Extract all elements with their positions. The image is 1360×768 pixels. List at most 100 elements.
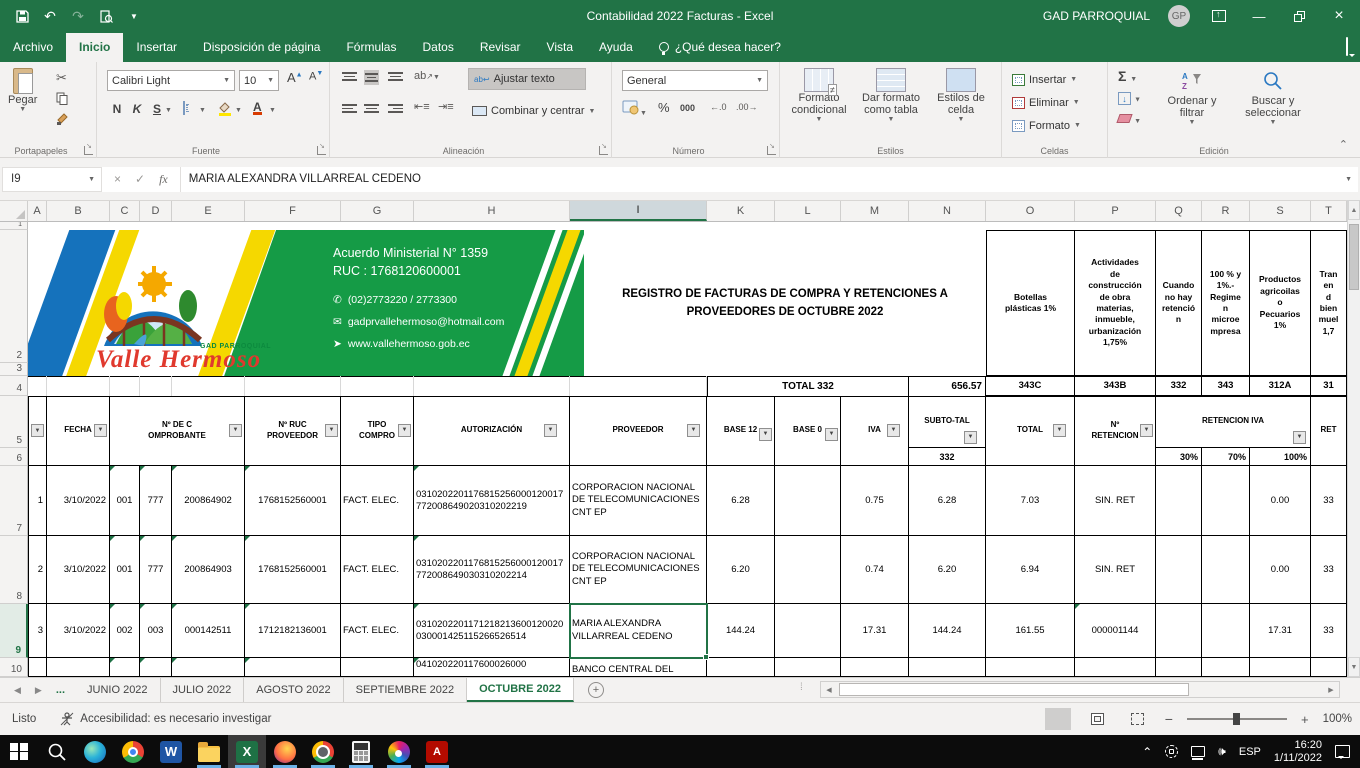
filter-icon[interactable]: ▼ (887, 424, 900, 437)
cell-R8[interactable] (1202, 536, 1250, 604)
row-6[interactable]: 6 (0, 448, 28, 466)
col-P[interactable]: P (1075, 201, 1156, 221)
filter-icon[interactable]: ▼ (398, 424, 411, 437)
italic-button[interactable]: K (129, 102, 145, 116)
col-D[interactable]: D (140, 201, 172, 221)
cell-K4-total-label[interactable]: TOTAL 332 (707, 376, 909, 396)
cell-F4[interactable] (245, 376, 341, 396)
comma-style-button[interactable]: 000 (680, 103, 695, 113)
col-E[interactable]: E (172, 201, 245, 221)
horizontal-scrollbar[interactable]: ◀ ▶ (820, 681, 1340, 698)
col-M[interactable]: M (841, 201, 909, 221)
cell-S10[interactable] (1250, 658, 1311, 677)
cell-P8[interactable]: SIN. RET (1075, 536, 1156, 604)
clear-icon[interactable]: ▼ (1118, 114, 1141, 126)
cell-R7[interactable] (1202, 466, 1250, 536)
tab-ayuda[interactable]: Ayuda (586, 33, 646, 62)
cell-E4[interactable] (172, 376, 245, 396)
vscroll-thumb[interactable] (1349, 224, 1359, 290)
cell-P10[interactable] (1075, 658, 1156, 677)
zoom-in-icon[interactable]: + (1301, 712, 1309, 727)
network-icon[interactable] (1191, 746, 1205, 757)
cell-I7-proveedor[interactable]: CORPORACION NACIONAL DE TELECOMUNICACION… (570, 466, 707, 536)
format-as-table-button[interactable]: Dar formato como tabla▼ (856, 68, 926, 123)
cell-A4[interactable] (28, 376, 47, 396)
borders-icon[interactable] (183, 102, 185, 114)
cell-P4-343B[interactable]: 343B (1075, 376, 1156, 396)
accounting-format-icon[interactable]: ▼ (622, 100, 647, 118)
cancel-entry-icon[interactable]: × (114, 172, 121, 186)
header-n-retencion[interactable]: Nº RETENCION▼ (1075, 396, 1156, 466)
row-1[interactable]: 1 (0, 222, 28, 230)
cell-B9-fecha[interactable]: 3/10/2022 (47, 604, 110, 658)
cell-T10[interactable] (1311, 658, 1347, 677)
cell-R2-regimen[interactable]: 100 % y 1%.- Regime n microe mpresa (1202, 230, 1250, 376)
wrap-text-button[interactable]: ab↩ Ajustar texto (468, 68, 586, 90)
align-right-icon[interactable] (388, 102, 403, 115)
filter-icon[interactable]: ▼ (1293, 431, 1306, 444)
cell-Q8[interactable] (1156, 536, 1202, 604)
cell-G10[interactable] (341, 658, 414, 677)
cell-E10[interactable] (172, 658, 245, 677)
clipboard-dialog-launcher[interactable] (84, 146, 93, 155)
row-9-selected[interactable]: 9 (0, 604, 28, 658)
merge-center-button[interactable]: Combinar y centrar▼ (468, 100, 608, 122)
cell-Q7[interactable] (1156, 466, 1202, 536)
sheet-tab-agosto[interactable]: AGOSTO 2022 (244, 678, 343, 702)
cell-K9[interactable]: 144.24 (707, 604, 775, 658)
filter-icon[interactable]: ▼ (759, 428, 772, 441)
cell-R9[interactable] (1202, 604, 1250, 658)
row-7[interactable]: 7 (0, 466, 28, 536)
cell-T9[interactable]: 33 (1311, 604, 1347, 658)
insert-cells-button[interactable]: Insertar▼ (1012, 70, 1077, 89)
new-sheet-icon[interactable]: + (588, 682, 604, 698)
col-S[interactable]: S (1250, 201, 1311, 221)
font-name-select[interactable]: Calibri Light▼ (107, 70, 235, 91)
cell-H7-autorizacion[interactable]: 0310202201176815256000120017772008649020… (414, 466, 570, 536)
header-proveedor[interactable]: PROVEEDOR▼ (570, 396, 707, 466)
cell-S8[interactable]: 0.00 (1250, 536, 1311, 604)
avatar[interactable]: GP (1168, 5, 1190, 27)
confirm-entry-icon[interactable]: ✓ (135, 172, 145, 186)
vertical-scrollbar[interactable]: ▲ ▼ (1347, 200, 1360, 677)
cell-E9[interactable]: 000142511 (172, 604, 245, 658)
font-dialog-launcher[interactable] (317, 146, 326, 155)
align-bottom-icon[interactable] (388, 70, 403, 83)
cell-D10[interactable] (140, 658, 172, 677)
cell-F9-ruc[interactable]: 1712182136001 (245, 604, 341, 658)
conditional-format-button[interactable]: Formato condicional▼ (786, 68, 852, 123)
zoom-slider-thumb[interactable] (1233, 713, 1240, 725)
copy-icon[interactable] (56, 92, 68, 108)
undo-icon[interactable]: ↶ (42, 8, 58, 24)
sheet-tab-junio[interactable]: JUNIO 2022 (75, 678, 161, 702)
col-Q[interactable]: Q (1156, 201, 1202, 221)
zoom-out-icon[interactable]: − (1165, 711, 1173, 727)
tell-me-search[interactable]: ¿Qué desea hacer? (646, 40, 794, 62)
formula-input[interactable]: MARIA ALEXANDRA VILLARREAL CEDENO▼ (181, 167, 1358, 192)
cell-H8-autorizacion[interactable]: 0310202201176815256000120017772008649030… (414, 536, 570, 604)
account-name[interactable]: GAD PARROQUIAL (1043, 9, 1150, 23)
cell-N9[interactable]: 144.24 (909, 604, 986, 658)
cell-T4-clipped[interactable]: 31 (1311, 376, 1347, 396)
cell-L8[interactable] (775, 536, 841, 604)
cell-A10[interactable] (28, 658, 47, 677)
decrease-decimal-icon[interactable]: .00→ (736, 102, 758, 112)
filter-icon[interactable]: ▼ (1140, 424, 1153, 437)
hidden-icons-chevron[interactable]: ⌃ (1142, 745, 1152, 759)
cell-N4-total-amount[interactable]: 656.57 (909, 376, 986, 396)
cell-C10[interactable] (110, 658, 140, 677)
underline-button[interactable]: S (149, 102, 165, 116)
cell-N10[interactable] (909, 658, 986, 677)
paste-button[interactable]: Pegar▼ (8, 68, 37, 113)
cell-Q10[interactable] (1156, 658, 1202, 677)
taskbar-explorer[interactable] (190, 735, 228, 768)
sheet-overflow-dots[interactable]: ... (56, 684, 65, 696)
zoom-slider[interactable] (1187, 718, 1287, 720)
volume-icon[interactable]: 🕪 (1218, 744, 1226, 759)
underline-caret[interactable]: ▼ (165, 107, 172, 114)
start-button[interactable] (0, 735, 38, 768)
cell-S9[interactable]: 17.31 (1250, 604, 1311, 658)
taskbar-word[interactable]: W (152, 735, 190, 768)
shrink-font-icon[interactable]: A▼ (309, 70, 323, 83)
cell-B7-fecha[interactable]: 3/10/2022 (47, 466, 110, 536)
